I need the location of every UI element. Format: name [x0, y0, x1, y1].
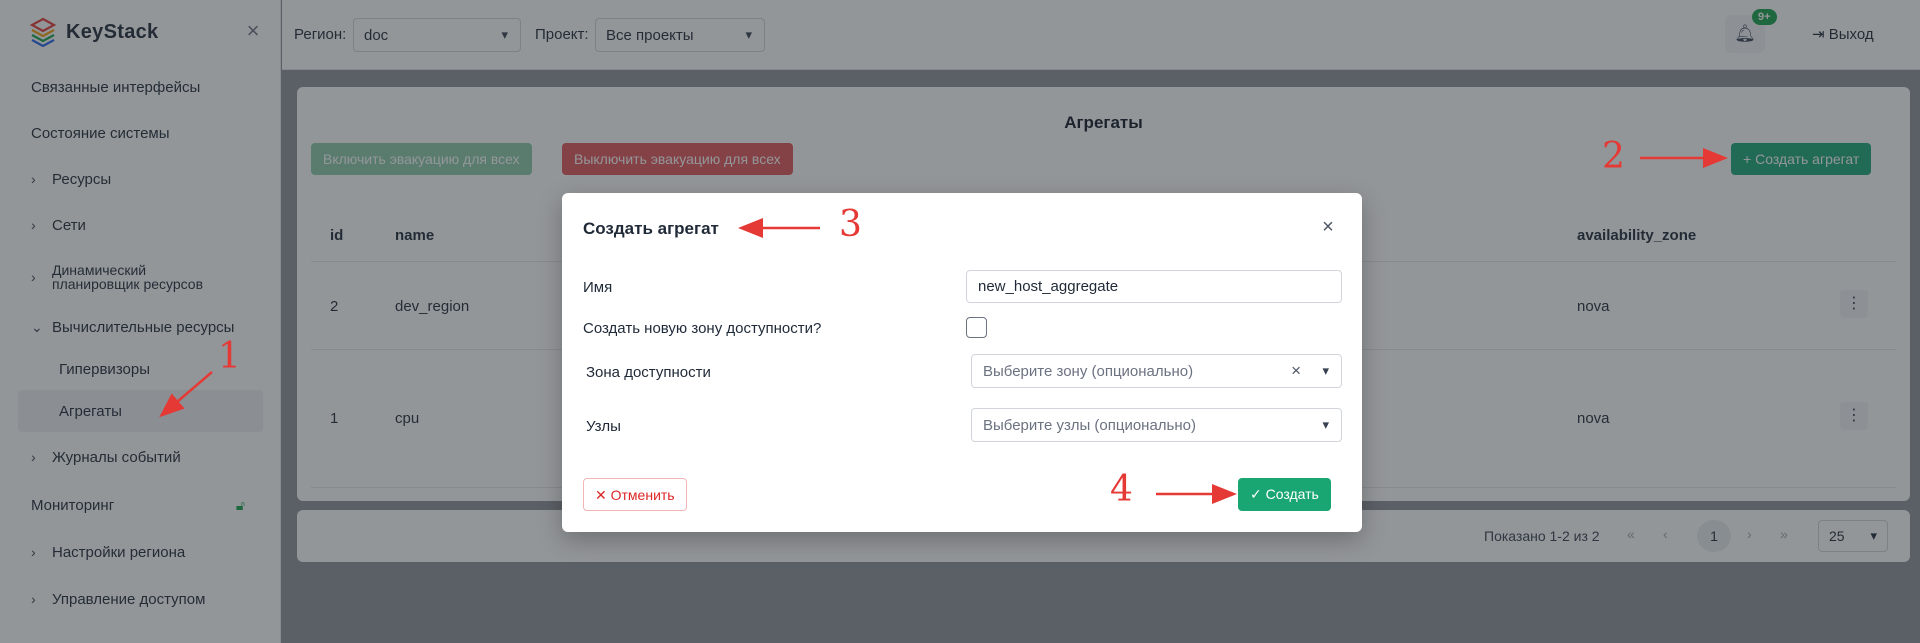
- annotation-arrows: [159, 148, 1728, 504]
- annotation-number-1: 1: [218, 336, 241, 377]
- annotation-number-4: 4: [1110, 469, 1133, 510]
- annotation-number-3: 3: [839, 204, 862, 245]
- annotation-number-2: 2: [1602, 136, 1625, 177]
- annotation-arrow-1: [159, 371, 213, 418]
